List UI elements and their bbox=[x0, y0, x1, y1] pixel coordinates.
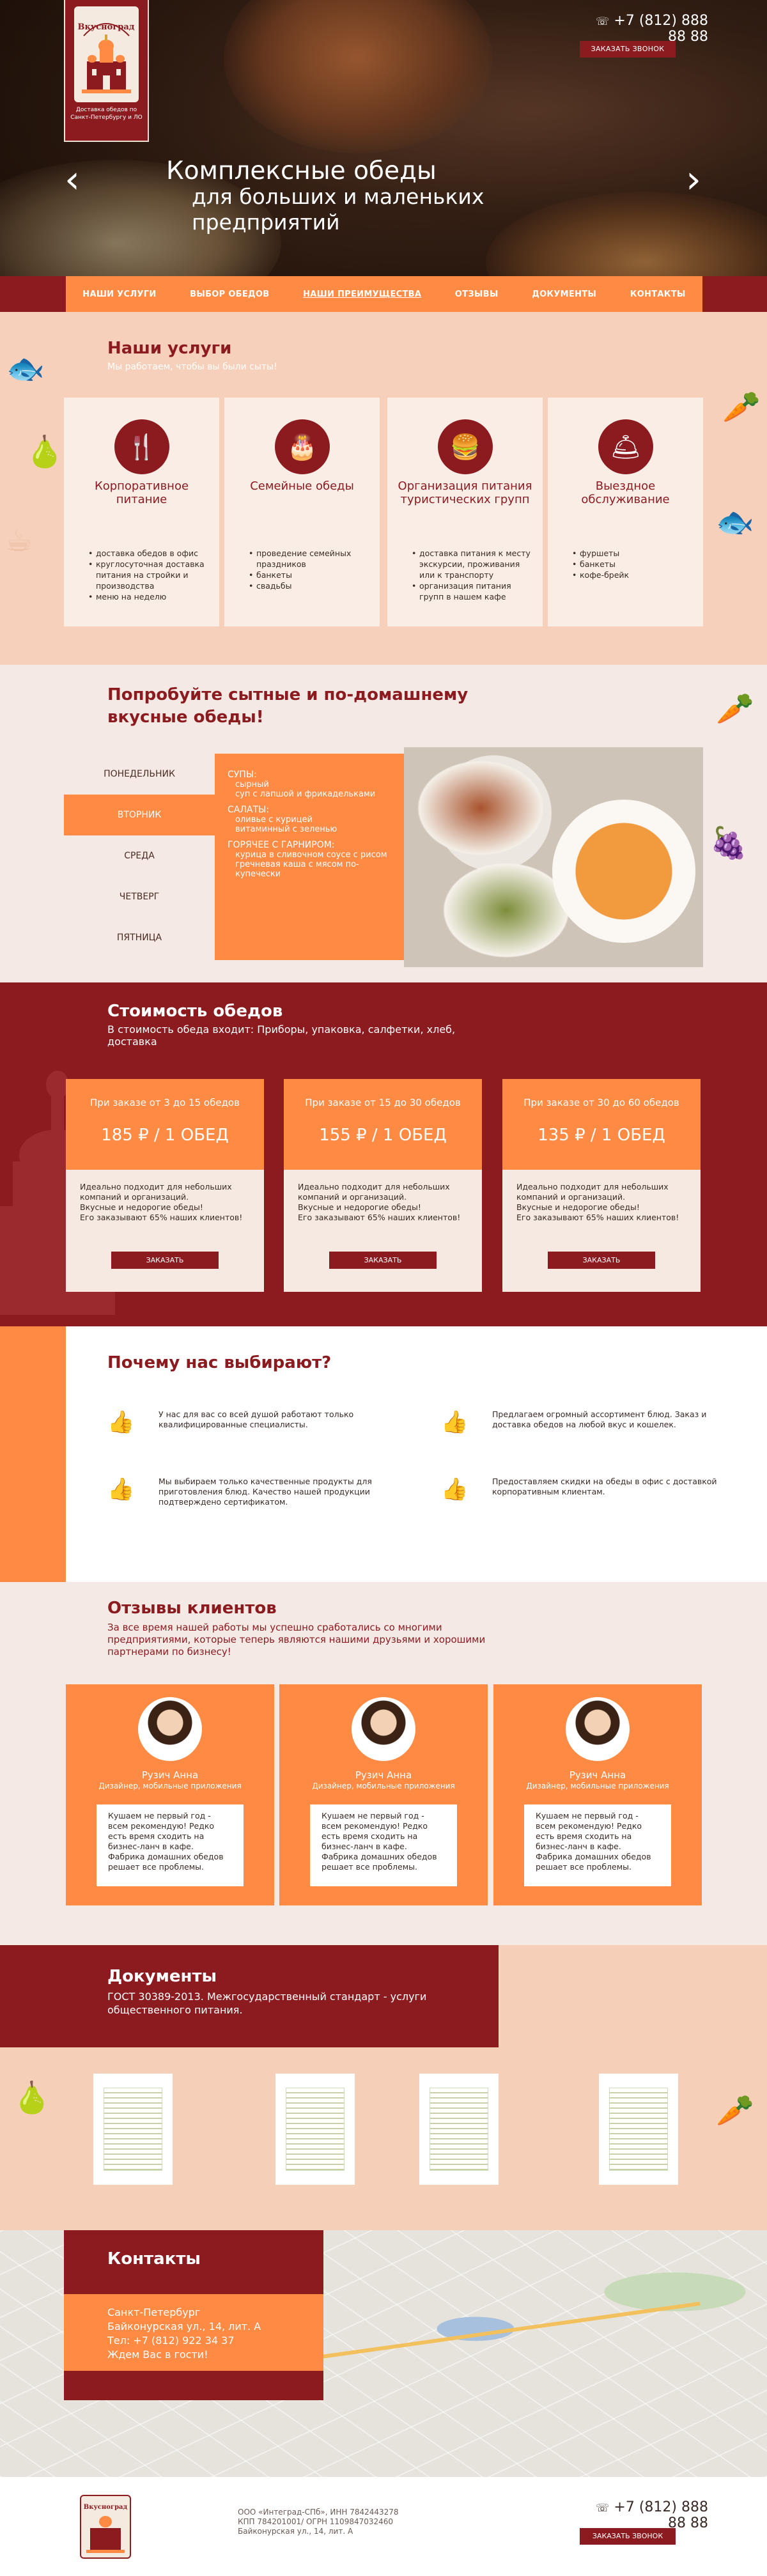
section-title: Наши услуги bbox=[107, 339, 232, 358]
logo-emblem: Вкусноград bbox=[74, 6, 139, 102]
price: 155 ₽ / 1 ОБЕД bbox=[319, 1126, 447, 1145]
price: 185 ₽ / 1 ОБЕД bbox=[101, 1126, 229, 1145]
svg-text:Вкусноград: Вкусноград bbox=[84, 2504, 128, 2511]
advantage-item: 👍 Предоставляем скидки на обеды в офис с… bbox=[441, 1477, 717, 1502]
section-subtitle: ГОСТ 30389-2013. Межгосударственный стан… bbox=[107, 1990, 427, 2016]
contact-details: Санкт-Петербург Байконурская ул., 14, ли… bbox=[64, 2294, 323, 2371]
nav-item-contacts[interactable]: КОНТАКТЫ bbox=[630, 290, 686, 299]
nav-item-services[interactable]: НАШИ УСЛУГИ bbox=[82, 290, 156, 299]
service-card[interactable]: 🎂 Семейные обеды проведение семейных пра… bbox=[224, 398, 380, 626]
cloche-icon: 🛎 bbox=[598, 419, 653, 474]
advantage-item: 👍 У нас для вас со всей душой работают т… bbox=[107, 1409, 354, 1435]
menu-section: 🥕 🍇 Попробуйте сытные и по-домашнему вку… bbox=[0, 665, 767, 982]
footer-logo[interactable]: Вкусноград bbox=[80, 2495, 131, 2559]
thumbs-up-icon: 👍 bbox=[107, 1477, 135, 1502]
pear-icon: 🍐 bbox=[26, 434, 64, 470]
fish-icon: 🐟 bbox=[6, 351, 45, 387]
contacts-section: Контакты Санкт-Петербург Байконурская ул… bbox=[0, 2230, 767, 2477]
hero-title: Комплексные обеды для больших и маленьки… bbox=[166, 157, 484, 235]
header-phone[interactable]: ☏ +7 (812) 888 88 88 bbox=[574, 13, 708, 45]
main-nav: НАШИ УСЛУГИ ВЫБОР ОБЕДОВ НАШИ ПРЕИМУЩЕСТ… bbox=[0, 276, 767, 312]
logo[interactable]: Вкусноград Доставка обедов по Санкт-Пете… bbox=[64, 0, 149, 142]
document-thumbnail[interactable] bbox=[599, 2074, 678, 2185]
menu-photo bbox=[404, 747, 703, 967]
price-card: При заказе от 3 до 15 обедов 185 ₽ / 1 ОБ… bbox=[66, 1079, 264, 1292]
burger-icon: 🍔 bbox=[438, 419, 493, 474]
phone-icon: ☏ bbox=[596, 15, 610, 28]
cutlery-icon: 🍴 bbox=[114, 419, 169, 474]
hero-slider: Вкусноград Доставка обедов по Санкт-Пете… bbox=[0, 0, 767, 276]
nav-item-reviews[interactable]: ОТЗЫВЫ bbox=[455, 290, 499, 299]
service-card[interactable]: 🛎 Выездное обслуживание фуршетыбанкетыко… bbox=[548, 398, 703, 626]
advantage-item: 👍 Предлагаем огромный ассортимент блюд. … bbox=[441, 1409, 707, 1435]
section-subtitle: В стоимость обеда входит: Приборы, упако… bbox=[107, 1023, 456, 1048]
carrot-icon: 🥕 bbox=[722, 389, 761, 425]
section-title: Отзывы клиентов bbox=[107, 1599, 277, 1618]
section-title: Документы bbox=[107, 1967, 217, 1986]
cake-icon: 🎂 bbox=[275, 419, 330, 474]
tab-wednesday[interactable]: СРЕДА bbox=[64, 835, 215, 876]
avatar bbox=[138, 1697, 202, 1761]
nav-item-advantages[interactable]: НАШИ ПРЕИМУЩЕСТВА bbox=[303, 290, 421, 299]
grapes-icon: 🍇 bbox=[709, 825, 748, 861]
document-thumbnail[interactable] bbox=[275, 2074, 355, 2185]
section-title: Стоимость обедов bbox=[107, 1002, 283, 1021]
company-requisites: ООО «Интеград-СПб», ИНН 7842443278 КПП 7… bbox=[238, 2508, 399, 2536]
section-subtitle: Мы работаем, чтобы вы были сыты! bbox=[107, 362, 277, 372]
section-title: Почему нас выбирают? bbox=[107, 1353, 332, 1372]
cup-icon: ☕ bbox=[5, 523, 33, 559]
section-title: Контакты bbox=[107, 2249, 201, 2269]
prices-section: Стоимость обедов В стоимость обеда входи… bbox=[0, 982, 767, 1326]
tab-friday[interactable]: ПЯТНИЦА bbox=[64, 917, 215, 958]
order-button[interactable]: ЗАКАЗАТЬ bbox=[548, 1252, 655, 1269]
footer: Вкусноград ООО «Интеград-СПб», ИНН 78424… bbox=[0, 2477, 767, 2576]
review-card: Рузич Анна Дизайнер, мобильные приложени… bbox=[66, 1684, 274, 1905]
price-card: При заказе от 30 до 60 обедов 135 ₽ / 1 О… bbox=[502, 1079, 701, 1292]
callback-button[interactable]: ЗАКАЗАТЬ ЗВОНОК bbox=[580, 41, 676, 58]
carrot-icon: 🥕 bbox=[716, 691, 754, 727]
footer-phone[interactable]: ☏ +7 (812) 888 88 88 bbox=[574, 2499, 708, 2531]
advantage-item: 👍 Мы выбираем только качественные продук… bbox=[107, 1477, 372, 1507]
review-card: Рузич Анна Дизайнер, мобильные приложени… bbox=[493, 1684, 702, 1905]
chevron-right-icon[interactable]: › bbox=[684, 160, 703, 202]
document-thumbnail[interactable] bbox=[93, 2074, 173, 2185]
tab-monday[interactable]: ПОНЕДЕЛЬНИК bbox=[64, 754, 215, 795]
kremlin-icon: Вкусноград bbox=[78, 22, 135, 93]
kremlin-icon: Вкусноград bbox=[84, 2504, 128, 2553]
day-tabs: ПОНЕДЕЛЬНИК ВТОРНИК СРЕДА ЧЕТВЕРГ ПЯТНИЦ… bbox=[64, 754, 215, 960]
nav-item-documents[interactable]: ДОКУМЕНТЫ bbox=[532, 290, 596, 299]
tab-tuesday[interactable]: ВТОРНИК bbox=[64, 795, 215, 835]
document-thumbnail[interactable] bbox=[419, 2074, 499, 2185]
service-card[interactable]: 🍔 Организация питания туристических груп… bbox=[387, 398, 543, 626]
menu-list: СУПЫ: сырный суп с лапшой и фрикаделькам… bbox=[215, 754, 404, 960]
tab-thursday[interactable]: ЧЕТВЕРГ bbox=[64, 876, 215, 917]
pear-icon: 🍐 bbox=[13, 2080, 51, 2116]
avatar bbox=[566, 1697, 630, 1761]
logo-caption: Доставка обедов по Санкт-Петербургу и ЛО bbox=[70, 107, 143, 121]
service-card[interactable]: 🍴 Корпоративное питание доставка обедов … bbox=[64, 398, 219, 626]
why-section: Почему нас выбирают? 👍 У нас для вас со … bbox=[0, 1326, 767, 1582]
thumbs-up-icon: 👍 bbox=[107, 1409, 135, 1435]
nav-item-menu[interactable]: ВЫБОР ОБЕДОВ bbox=[190, 290, 269, 299]
callback-button[interactable]: ЗАКАЗАТЬ ЗВОНОК bbox=[580, 2528, 676, 2545]
reviews-section: Отзывы клиентов За все время нашей работ… bbox=[0, 1582, 767, 1945]
section-title: Попробуйте сытные и по-домашнему вкусные… bbox=[107, 685, 469, 727]
section-subtitle: За все время нашей работы мы успешно сра… bbox=[107, 1622, 486, 1657]
phone-icon: ☏ bbox=[596, 2502, 610, 2515]
carrot-icon: 🥕 bbox=[716, 2093, 754, 2129]
order-button[interactable]: ЗАКАЗАТЬ bbox=[329, 1252, 437, 1269]
price: 135 ₽ / 1 ОБЕД bbox=[538, 1126, 665, 1145]
logo-title: Вкусноград bbox=[78, 22, 135, 32]
thumbs-up-icon: 👍 bbox=[441, 1409, 469, 1435]
chevron-left-icon[interactable]: ‹ bbox=[63, 160, 82, 202]
avatar bbox=[352, 1697, 415, 1761]
thumbs-up-icon: 👍 bbox=[441, 1477, 469, 1502]
services-section: 🐟 🍐 ☕ 🥕 🐟 Наши услуги Мы работаем, чтобы… bbox=[0, 312, 767, 665]
review-card: Рузич Анна Дизайнер, мобильные приложени… bbox=[279, 1684, 488, 1905]
price-card: При заказе от 15 до 30 обедов 155 ₽ / 1 О… bbox=[284, 1079, 482, 1292]
contact-phone[interactable]: Тел: +7 (812) 922 34 37 bbox=[107, 2334, 323, 2348]
documents-section: 🍐 🥕 Документы ГОСТ 30389-2013. Межгосуда… bbox=[0, 1945, 767, 2230]
fish-icon: 🐟 bbox=[716, 504, 754, 540]
order-button[interactable]: ЗАКАЗАТЬ bbox=[111, 1252, 219, 1269]
